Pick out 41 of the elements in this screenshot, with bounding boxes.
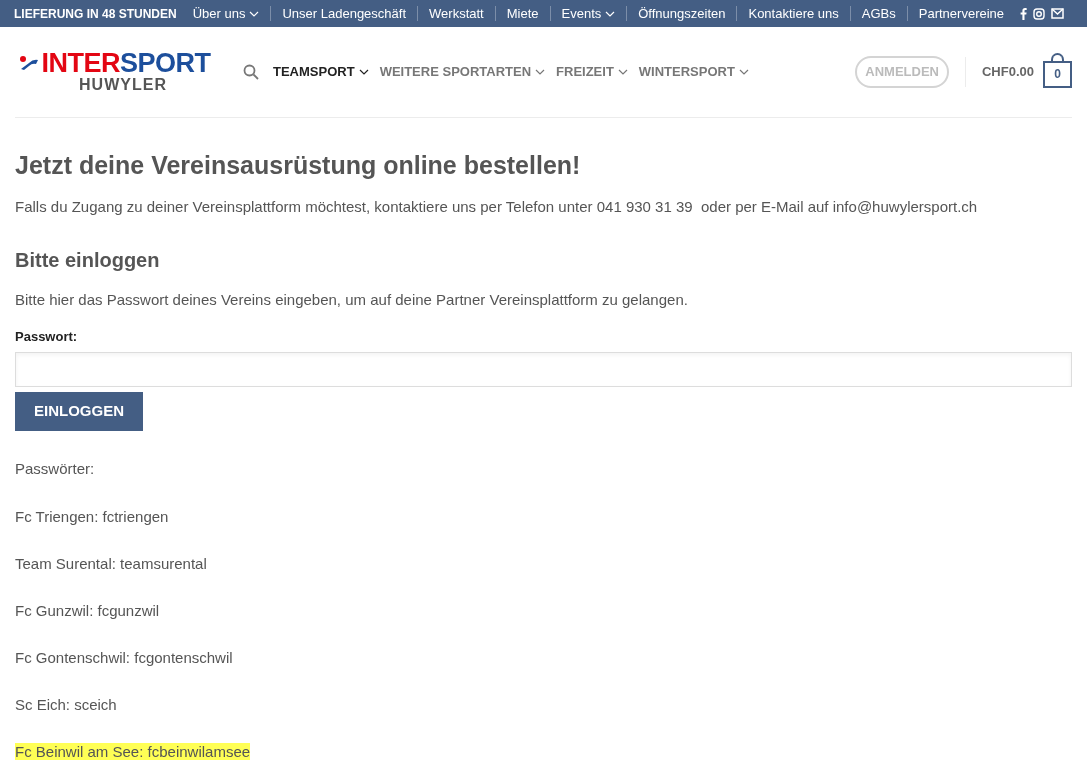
intro-text: Falls du Zugang zu deiner Vereinsplattform möchtest, kontaktiere uns per Telefon unter 041 930 31 39 oder per E-Mail auf info@huwylersport.ch: [15, 197, 979, 217]
main-nav-link[interactable]: WEITERE SPORTARTEN: [379, 62, 546, 82]
password-entry: Fc Beinwil am See: fcbeinwilamsee: [15, 743, 251, 760]
top-nav-link[interactable]: Events: [561, 3, 616, 24]
facebook-icon[interactable]: [1020, 7, 1028, 20]
passwords-heading: Passwörter:: [15, 458, 96, 479]
top-nav-link[interactable]: Unser Ladengeschäft: [282, 3, 407, 24]
search-icon[interactable]: [243, 64, 259, 80]
swoosh-icon: [19, 55, 40, 71]
password-field[interactable]: [15, 351, 1072, 387]
password-entry: Fc Gontenschwil: fcgontenschwil: [15, 649, 233, 666]
top-nav-link[interactable]: Öffnungszeiten: [638, 3, 726, 24]
chevron-down-icon: [617, 69, 628, 75]
chevron-down-icon: [249, 10, 260, 17]
login-heading: Bitte einloggen: [15, 247, 161, 273]
login-text: Bitte hier das Passwort deines Vereins eingeben, um auf deine Partner Vereinsplattform zu gelangen.: [15, 289, 689, 310]
top-nav-link[interactable]: Miete: [506, 3, 539, 24]
top-nav-link[interactable]: Werkstatt: [429, 3, 484, 24]
chevron-down-icon: [358, 69, 369, 75]
top-nav-link[interactable]: AGBs: [861, 3, 896, 24]
submit-button[interactable]: EINLOGGEN: [15, 391, 143, 431]
chevron-down-icon: [738, 69, 749, 75]
main-nav-link[interactable]: FREIZEIT: [556, 62, 628, 82]
top-nav-link[interactable]: Partnervereine: [918, 3, 1005, 24]
password-entry: Team Surental: teamsurental: [15, 555, 207, 572]
top-nav-link[interactable]: Kontaktiere uns: [748, 3, 839, 24]
page-title: Jetzt deine Vereinsausrüstung online bestellen!: [15, 150, 582, 181]
chevron-down-icon: [535, 69, 546, 75]
mail-icon[interactable]: [1051, 8, 1065, 19]
main-nav-link[interactable]: WINTERSPORT: [638, 62, 749, 82]
password-entry: Sc Eich: sceich: [15, 696, 117, 713]
instagram-icon[interactable]: [1033, 7, 1046, 20]
logo[interactable]: INTERSPORT HUWYLER: [15, 49, 215, 93]
password-entry: Fc Triengen: fctriengen: [15, 508, 169, 525]
main-nav-link[interactable]: TEAMSPORT: [273, 62, 369, 82]
password-entry: Fc Gunzwil: fcgunzwil: [15, 602, 160, 619]
password-label: Passwort:: [15, 328, 79, 346]
delivery-tagline: LIEFERUNG IN 48 STUNDEN: [14, 5, 177, 23]
top-nav-link[interactable]: Über uns: [192, 3, 260, 24]
cart-total[interactable]: CHF0.00: [981, 62, 1034, 82]
chevron-down-icon: [605, 10, 616, 17]
